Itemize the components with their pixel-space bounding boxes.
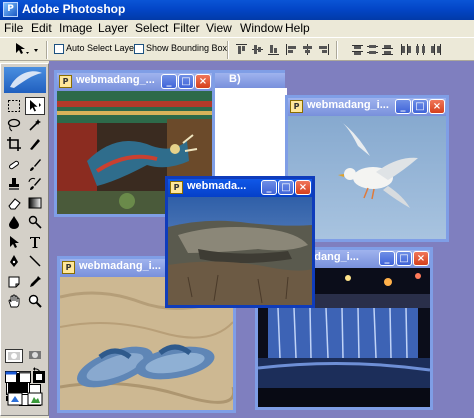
maximize-button[interactable]: □ <box>412 99 428 114</box>
options-separator <box>46 41 48 59</box>
blur-tool-icon[interactable] <box>4 213 24 231</box>
menu-filter[interactable]: Filter <box>173 21 200 35</box>
document-canvas[interactable] <box>168 197 312 305</box>
hand-tool-icon[interactable] <box>4 292 24 310</box>
eraser-tool-icon[interactable] <box>4 194 24 212</box>
photoshop-feather-logo[interactable] <box>4 67 46 93</box>
clone-stamp-tool-icon[interactable] <box>4 175 24 193</box>
menu-layer[interactable]: Layer <box>98 21 128 35</box>
close-button[interactable]: × <box>195 74 211 89</box>
notes-tool-icon[interactable] <box>4 273 24 291</box>
distribute-right-icon[interactable] <box>429 43 442 56</box>
align-horizontal-center-icon[interactable] <box>301 43 314 56</box>
photoshop-app-icon: P <box>3 2 18 17</box>
document-title: webmada... <box>187 180 247 192</box>
background-document-title: B) <box>229 73 241 85</box>
history-brush-tool-icon[interactable] <box>25 175 45 193</box>
type-tool-icon[interactable] <box>25 233 45 251</box>
distribute-top-icon[interactable] <box>351 43 364 56</box>
rock-formation-photo <box>168 197 312 305</box>
document-icon: P <box>62 261 75 274</box>
align-top-icon[interactable] <box>235 43 248 56</box>
zoom-tool-icon[interactable] <box>25 292 45 310</box>
full-screen-menu-mode-icon[interactable] <box>19 371 31 383</box>
options-bar: Auto Select Layer Show Bounding Box <box>0 37 474 61</box>
document-title-bar[interactable]: P webmada... _ □ × <box>168 179 312 197</box>
document-title-bar[interactable]: P webmadang_... _ □ × <box>57 73 212 91</box>
full-screen-mode-icon[interactable] <box>33 371 45 383</box>
healing-brush-tool-icon[interactable] <box>4 156 24 174</box>
menu-edit[interactable]: Edit <box>31 21 52 35</box>
move-tool-icon[interactable] <box>25 97 45 115</box>
document-title: webmadang_i... <box>79 260 161 272</box>
menu-view[interactable]: View <box>206 21 232 35</box>
quick-mask-mode-icon[interactable] <box>27 349 45 363</box>
align-left-icon[interactable] <box>285 43 298 56</box>
menu-file[interactable]: File <box>4 21 23 35</box>
marquee-tool-icon[interactable] <box>4 97 24 115</box>
options-separator <box>336 41 338 59</box>
document-title-bar[interactable]: P webmadang_i... _ □ × <box>288 98 446 116</box>
path-selection-tool-icon[interactable] <box>4 233 24 251</box>
maximize-button[interactable]: □ <box>278 180 294 195</box>
background-document-caption[interactable]: B) <box>215 70 285 88</box>
align-vertical-center-icon[interactable] <box>251 43 264 56</box>
eyedropper-tool-icon[interactable] <box>25 273 45 291</box>
menu-bar: File Edit Image Layer Select Filter View… <box>0 20 474 37</box>
show-bounding-box-label: Show Bounding Box <box>146 43 228 53</box>
minimize-button[interactable]: _ <box>379 251 395 266</box>
standard-screen-mode-icon[interactable] <box>5 371 17 383</box>
distribute-horizontal-center-icon[interactable] <box>414 43 427 56</box>
close-button[interactable]: × <box>413 251 429 266</box>
align-bottom-icon[interactable] <box>267 43 280 56</box>
close-button[interactable]: × <box>429 99 445 114</box>
close-button[interactable]: × <box>295 180 311 195</box>
jump-to-imageready-icon[interactable] <box>7 392 23 406</box>
document-icon: P <box>59 75 72 88</box>
align-right-icon[interactable] <box>317 43 330 56</box>
maximize-button[interactable]: □ <box>178 74 194 89</box>
edit-in-imageready-icon[interactable] <box>27 392 43 406</box>
menu-window[interactable]: Window <box>240 21 283 35</box>
slice-tool-icon[interactable] <box>25 135 45 153</box>
show-bounding-box-checkbox[interactable] <box>134 44 144 54</box>
magic-wand-tool-icon[interactable] <box>25 116 45 134</box>
distribute-bottom-icon[interactable] <box>381 43 394 56</box>
brush-tool-icon[interactable] <box>25 156 45 174</box>
minimize-button[interactable]: _ <box>261 180 277 195</box>
menu-image[interactable]: Image <box>59 21 92 35</box>
document-icon: P <box>170 181 183 194</box>
distribute-left-icon[interactable] <box>399 43 412 56</box>
auto-select-layer-label: Auto Select Layer <box>66 43 138 53</box>
minimize-button[interactable]: _ <box>161 74 177 89</box>
menu-help[interactable]: Help <box>285 21 310 35</box>
pen-tool-icon[interactable] <box>4 252 24 270</box>
gradient-tool-icon[interactable] <box>25 194 45 212</box>
document-window-rock[interactable]: P webmada... _ □ × <box>165 176 315 308</box>
standard-mode-icon[interactable] <box>5 349 23 363</box>
auto-select-layer-checkbox[interactable] <box>54 44 64 54</box>
document-title: webmadang_... <box>76 74 155 86</box>
distribute-vertical-center-icon[interactable] <box>366 43 379 56</box>
dodge-tool-icon[interactable] <box>25 213 45 231</box>
tool-preset-picker[interactable] <box>14 42 40 57</box>
document-icon: P <box>290 100 303 113</box>
menu-select[interactable]: Select <box>135 21 168 35</box>
options-separator <box>227 41 229 59</box>
line-tool-icon[interactable] <box>25 252 45 270</box>
lasso-tool-icon[interactable] <box>4 116 24 134</box>
app-title-bar[interactable]: P Adobe Photoshop <box>0 0 474 20</box>
document-title: webmadang_i... <box>307 99 389 111</box>
crop-tool-icon[interactable] <box>4 135 24 153</box>
maximize-button[interactable]: □ <box>396 251 412 266</box>
app-title: Adobe Photoshop <box>22 2 126 16</box>
minimize-button[interactable]: _ <box>395 99 411 114</box>
